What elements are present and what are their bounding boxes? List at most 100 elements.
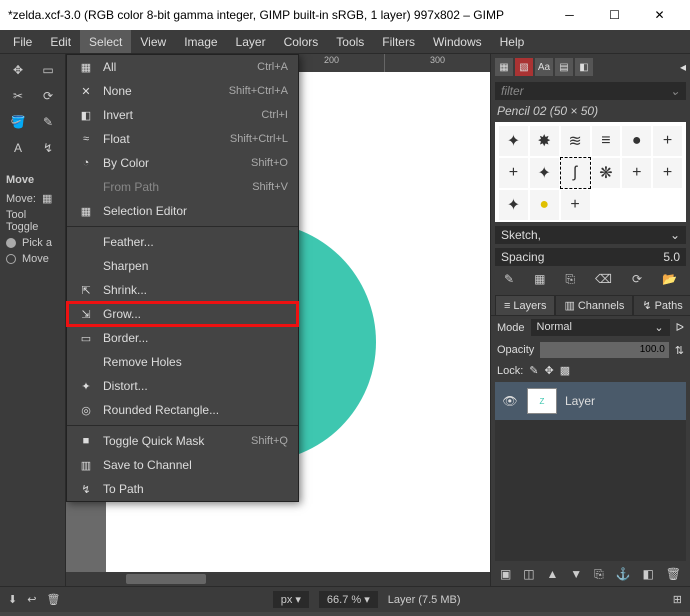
close-button[interactable]: ✕ — [637, 0, 682, 30]
menu-tools[interactable]: Tools — [327, 30, 373, 53]
layer-icon[interactable]: ▦ — [42, 192, 52, 205]
menu-view[interactable]: View — [131, 30, 175, 53]
brush-item[interactable]: ✦ — [530, 158, 559, 188]
brush-item[interactable]: ● — [622, 126, 651, 156]
lock-position-icon[interactable]: ✥ — [545, 364, 554, 377]
mode-reset-icon[interactable]: ᐅ — [676, 321, 684, 334]
revert-icon[interactable]: ↩ — [27, 593, 36, 606]
brush-item[interactable]: + — [653, 158, 682, 188]
brush-item[interactable]: + — [561, 190, 590, 220]
brush-item[interactable]: ✦ — [499, 190, 528, 220]
brush-item[interactable]: + — [622, 158, 651, 188]
tool-move-icon[interactable]: ✥ — [4, 58, 32, 82]
tab-channels[interactable]: ▥Channels — [555, 295, 633, 315]
brush-item[interactable]: ✦ — [499, 126, 528, 156]
brush-item[interactable]: ≡ — [592, 126, 621, 156]
tool-crop-icon[interactable]: ✂ — [4, 84, 32, 108]
delete-brush-icon[interactable]: ⌫ — [595, 272, 612, 287]
tool-path-icon[interactable]: ↯ — [34, 136, 62, 160]
radio-pick[interactable] — [6, 238, 16, 248]
duplicate-brush-icon[interactable]: ⎘ — [565, 272, 575, 287]
edit-brush-icon[interactable]: ✎ — [504, 272, 514, 287]
menu-layer[interactable]: Layer — [227, 30, 275, 53]
unit-select[interactable]: px ▾ — [273, 591, 309, 608]
lock-alpha-icon[interactable]: ▩ — [560, 364, 570, 377]
layer-row[interactable]: 👁 Z Layer — [495, 382, 686, 420]
tool-rect-select-icon[interactable]: ▭ — [34, 58, 62, 82]
menu-item-remove-holes[interactable]: Remove Holes — [67, 350, 298, 374]
lock-pixels-icon[interactable]: ✎ — [529, 364, 538, 377]
open-folder-icon[interactable]: 📂 — [662, 272, 677, 287]
menu-item-shrink[interactable]: ⇱Shrink... — [67, 278, 298, 302]
brush-item[interactable]: ✸ — [530, 126, 559, 156]
tab-paths[interactable]: ↯Paths — [633, 295, 690, 315]
opacity-stepper-icon[interactable]: ⇅ — [675, 344, 684, 357]
tab-layers[interactable]: ≡Layers — [495, 295, 555, 315]
new-brush-icon[interactable]: ▦ — [534, 272, 545, 287]
dock-menu-icon[interactable]: ◂ — [680, 60, 686, 74]
menu-edit[interactable]: Edit — [41, 30, 80, 53]
brush-item[interactable]: + — [499, 158, 528, 188]
brush-item[interactable]: ● — [530, 190, 559, 220]
dock-tab-icon[interactable]: Aa — [535, 58, 553, 76]
brush-category-select[interactable]: Sketch, ⌄ — [495, 226, 686, 244]
delete-icon[interactable]: 🗑 — [46, 593, 60, 606]
tool-pencil-icon[interactable]: ✎ — [34, 110, 62, 134]
menu-item-invert[interactable]: ◧InvertCtrl+I — [67, 103, 298, 127]
refresh-brush-icon[interactable]: ⟳ — [632, 272, 642, 287]
menu-item-all[interactable]: ▦AllCtrl+A — [67, 55, 298, 79]
tool-bucket-icon[interactable]: 🪣 — [4, 110, 32, 134]
menu-filters[interactable]: Filters — [373, 30, 424, 53]
dock-tab-icon[interactable]: ▦ — [495, 58, 513, 76]
minimize-button[interactable]: ─ — [547, 0, 592, 30]
visibility-eye-icon[interactable]: 👁 — [501, 394, 519, 408]
menu-windows[interactable]: Windows — [424, 30, 491, 53]
delete-layer-icon[interactable]: 🗑 — [666, 567, 681, 582]
layer-group-icon[interactable]: ◫ — [523, 567, 534, 582]
spacing-field[interactable]: Spacing 5.0 — [495, 248, 686, 266]
dock-tab-icon[interactable]: ◧ — [575, 58, 593, 76]
dock-tab-icon[interactable]: ▤ — [555, 58, 573, 76]
menu-item-none[interactable]: ✕NoneShift+Ctrl+A — [67, 79, 298, 103]
menu-item-save-to-channel[interactable]: ▥Save to Channel — [67, 453, 298, 477]
opacity-slider[interactable]: 100.0 — [540, 342, 668, 358]
scrollbar-horizontal[interactable] — [66, 572, 490, 586]
radio-move[interactable] — [6, 254, 16, 264]
download-icon[interactable]: ⬇ — [8, 593, 17, 606]
mask-icon[interactable]: ◧ — [643, 567, 654, 582]
merge-down-icon[interactable]: ⚓ — [616, 567, 631, 582]
brush-item[interactable]: + — [653, 126, 682, 156]
new-layer-icon[interactable]: ▣ — [500, 567, 511, 582]
lower-layer-icon[interactable]: ▼ — [570, 567, 582, 582]
menu-select[interactable]: Select — [80, 30, 131, 53]
layer-name[interactable]: Layer — [565, 394, 595, 408]
menu-item-to-path[interactable]: ↯To Path — [67, 477, 298, 501]
menu-item-by-color[interactable]: ◔By ColorShift+O — [67, 151, 298, 175]
duplicate-layer-icon[interactable]: ⎘ — [594, 567, 604, 582]
menu-item-selection-editor[interactable]: ▦Selection Editor — [67, 199, 298, 223]
menu-image[interactable]: Image — [175, 30, 226, 53]
brush-item[interactable]: ❋ — [592, 158, 621, 188]
dock-tab-icon[interactable]: ▧ — [515, 58, 533, 76]
menu-item-feather[interactable]: Feather... — [67, 230, 298, 254]
nav-icon[interactable]: ⊞ — [673, 593, 682, 606]
brush-item[interactable]: ʃ — [561, 158, 590, 188]
maximize-button[interactable]: ☐ — [592, 0, 637, 30]
menu-help[interactable]: Help — [491, 30, 534, 53]
tool-text-icon[interactable]: A — [4, 136, 32, 160]
tool-rotate-icon[interactable]: ⟳ — [34, 84, 62, 108]
raise-layer-icon[interactable]: ▲ — [546, 567, 558, 582]
menu-item-float[interactable]: ≈FloatShift+Ctrl+L — [67, 127, 298, 151]
blend-mode-select[interactable]: Normal ⌄ — [531, 319, 670, 336]
menu-file[interactable]: File — [4, 30, 41, 53]
menu-item-sharpen[interactable]: Sharpen — [67, 254, 298, 278]
menu-item-toggle-quick-mask[interactable]: ■Toggle Quick MaskShift+Q — [67, 429, 298, 453]
menu-item-distort[interactable]: ✦Distort... — [67, 374, 298, 398]
menu-colors[interactable]: Colors — [275, 30, 328, 53]
brush-filter-input[interactable]: filter ⌄ — [495, 82, 686, 100]
brush-item[interactable]: ≋ — [561, 126, 590, 156]
zoom-select[interactable]: 66.7 % ▾ — [319, 591, 378, 608]
menu-item-border[interactable]: ▭Border... — [67, 326, 298, 350]
menu-item-grow[interactable]: ⇲Grow... — [67, 302, 298, 326]
menu-item-rounded-rectangle[interactable]: ◎Rounded Rectangle... — [67, 398, 298, 422]
